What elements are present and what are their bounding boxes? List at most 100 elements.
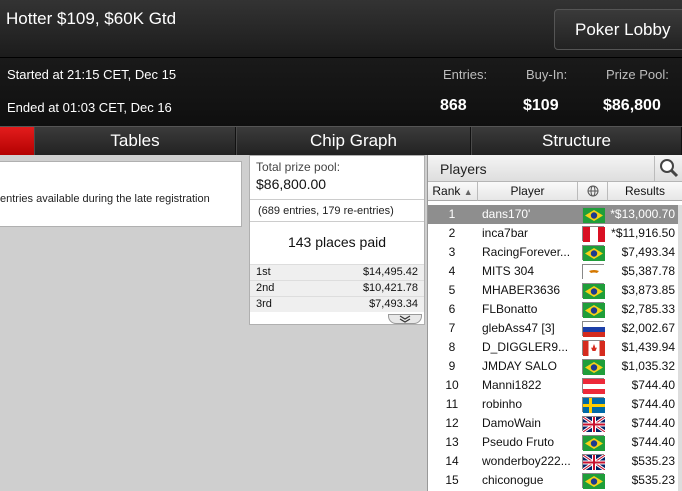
places-paid: 143 places paid bbox=[287, 234, 387, 250]
buyin-value: $109 bbox=[523, 97, 559, 114]
expand-chevron-icon[interactable] bbox=[388, 314, 422, 324]
player-row[interactable]: 6 FLBonatto $2,785.33 bbox=[428, 300, 682, 319]
player-rank: 8 bbox=[448, 340, 456, 354]
russia-flag-icon bbox=[582, 321, 605, 337]
player-result: $1,439.94 bbox=[621, 340, 675, 354]
payout-row: 3rd $7,493.34 bbox=[250, 296, 424, 312]
payout-place: 2nd bbox=[256, 282, 275, 294]
player-result: $744.40 bbox=[631, 378, 675, 392]
player-name: chiconogue bbox=[482, 473, 544, 487]
started-time: Started at 21:15 CET, Dec 15 bbox=[7, 67, 177, 82]
player-name: robinho bbox=[482, 397, 523, 411]
column-country[interactable] bbox=[578, 182, 608, 201]
brazil-flag-icon bbox=[582, 283, 605, 299]
buyin-label: Buy-In: bbox=[526, 67, 568, 82]
player-result: $2,002.67 bbox=[621, 321, 675, 335]
player-rank: 5 bbox=[448, 283, 456, 297]
player-name: dans170' bbox=[482, 207, 531, 221]
column-results[interactable]: Results bbox=[608, 182, 682, 201]
players-scrollbar[interactable] bbox=[678, 205, 682, 491]
player-row[interactable]: 15 chiconogue $535.23 bbox=[428, 471, 682, 490]
payout-amount: $7,493.34 bbox=[369, 298, 418, 310]
payout-amount: $14,495.42 bbox=[362, 266, 418, 278]
tournament-title: Hotter $109, $60K Gtd bbox=[6, 9, 177, 28]
player-result: *$11,916.50 bbox=[611, 226, 675, 240]
player-name: JMDAY SALO bbox=[482, 359, 557, 373]
player-result: $7,493.34 bbox=[621, 245, 675, 259]
player-row[interactable]: 13 Pseudo Fruto $744.40 bbox=[428, 433, 682, 452]
sweden-flag-icon bbox=[582, 397, 605, 413]
player-result: $1,035.32 bbox=[621, 359, 675, 373]
player-result: $3,873.85 bbox=[621, 283, 675, 297]
tab-active-partial[interactable] bbox=[0, 127, 34, 156]
player-row[interactable]: 14 wonderboy222... $535.23 bbox=[428, 452, 682, 472]
payout-row: 2nd $10,421.78 bbox=[250, 280, 424, 296]
uk-flag-icon bbox=[582, 453, 606, 472]
payout-place: 1st bbox=[256, 266, 271, 278]
payout-place: 3rd bbox=[256, 298, 272, 310]
globe-icon bbox=[587, 185, 599, 200]
prize-box: Total prize pool: $86,800.00 (689 entrie… bbox=[249, 155, 425, 325]
players-title: Players bbox=[440, 161, 487, 177]
player-result: $5,387.78 bbox=[621, 264, 675, 278]
player-row[interactable]: 5 MHABER3636 $3,873.85 bbox=[428, 281, 682, 300]
brazil-flag-icon bbox=[582, 473, 605, 489]
player-rank: 10 bbox=[445, 378, 459, 392]
austria-flag-icon bbox=[582, 378, 605, 394]
player-row[interactable]: 12 DamoWain $744.40 bbox=[428, 414, 682, 434]
brazil-flag-icon bbox=[582, 435, 605, 451]
player-rank: 11 bbox=[445, 397, 459, 411]
uk-flag-icon bbox=[582, 415, 606, 434]
player-result: $2,785.33 bbox=[621, 302, 675, 316]
player-result: $535.23 bbox=[631, 473, 675, 487]
player-rank: 7 bbox=[448, 321, 456, 335]
column-player[interactable]: Player bbox=[478, 182, 578, 201]
player-row[interactable]: 1 dans170' *$13,000.70 bbox=[428, 205, 682, 224]
column-rank[interactable]: Rank ▲ bbox=[428, 182, 478, 201]
player-row[interactable]: 9 JMDAY SALO $1,035.32 bbox=[428, 357, 682, 376]
tab-structure[interactable]: Structure bbox=[471, 127, 682, 156]
player-result: *$13,000.70 bbox=[610, 207, 675, 221]
player-result: $744.40 bbox=[631, 435, 675, 449]
player-name: inca7bar bbox=[482, 226, 529, 240]
player-row[interactable]: 4 MITS 304 $5,387.78 bbox=[428, 262, 682, 281]
tab-bar: Tables Chip Graph Structure bbox=[0, 126, 682, 156]
poker-lobby-button[interactable]: Poker Lobby bbox=[554, 9, 682, 50]
canada-flag-icon bbox=[582, 340, 605, 356]
player-rank: 15 bbox=[445, 473, 459, 487]
player-row[interactable]: 8 D_DIGGLER9... $1,439.94 bbox=[428, 338, 682, 357]
players-panel: Players Rank ▲ Player Results 1 dans170' *… bbox=[427, 155, 682, 491]
player-rank: 6 bbox=[448, 302, 456, 316]
player-row[interactable]: 11 robinho $744.40 bbox=[428, 395, 682, 414]
payout-row: 1st $14,495.42 bbox=[250, 264, 424, 280]
player-name: Pseudo Fruto bbox=[482, 435, 555, 449]
player-rank: 3 bbox=[448, 245, 456, 259]
prize-pool-label: Prize Pool: bbox=[606, 67, 669, 82]
player-rank: 13 bbox=[445, 435, 459, 449]
player-name: FLBonatto bbox=[482, 302, 538, 316]
prize-pool-value: $86,800 bbox=[603, 97, 661, 114]
tab-tables[interactable]: Tables bbox=[34, 127, 236, 156]
total-prize-value: $86,800.00 bbox=[256, 176, 327, 192]
search-icon[interactable] bbox=[654, 156, 682, 181]
players-header: Players bbox=[428, 155, 682, 182]
player-name: glebAss47 [3] bbox=[482, 321, 555, 335]
info-panel: entries available during the late regist… bbox=[0, 155, 248, 491]
player-result: $744.40 bbox=[631, 397, 675, 411]
title-bar: Hotter $109, $60K Gtd Poker Lobby bbox=[0, 0, 682, 58]
late-registration-notice: entries available during the late regist… bbox=[0, 161, 242, 227]
entries-value: 868 bbox=[440, 97, 467, 114]
player-rank: 4 bbox=[448, 264, 456, 278]
player-rank: 2 bbox=[448, 226, 456, 240]
notice-text: entries available during the late regist… bbox=[0, 193, 210, 205]
ended-time: Ended at 01:03 CET, Dec 16 bbox=[7, 100, 172, 115]
player-row[interactable]: 3 RacingForever... $7,493.34 bbox=[428, 243, 682, 262]
player-row[interactable]: 7 glebAss47 [3] $2,002.67 bbox=[428, 319, 682, 338]
tournament-header: Hotter $109, $60K Gtd Poker Lobby Starte… bbox=[0, 0, 682, 126]
peru-flag-icon bbox=[582, 226, 605, 242]
entries-breakdown: (689 entries, 179 re-entries) bbox=[250, 199, 424, 222]
player-result: $744.40 bbox=[631, 416, 675, 430]
tab-chip-graph[interactable]: Chip Graph bbox=[236, 127, 471, 156]
player-row[interactable]: 2 inca7bar *$11,916.50 bbox=[428, 224, 682, 243]
player-row[interactable]: 10 Manni1822 $744.40 bbox=[428, 376, 682, 395]
